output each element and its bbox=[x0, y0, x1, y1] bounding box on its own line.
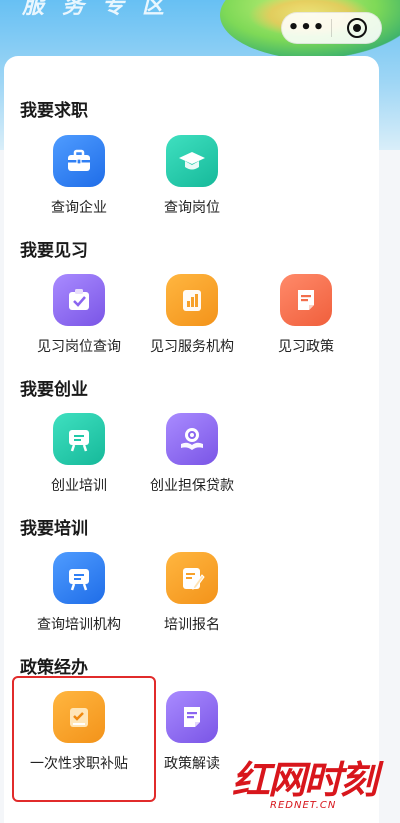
edit-form-icon bbox=[166, 552, 218, 604]
section-title-entrepreneurship: 我要创业 bbox=[20, 380, 88, 400]
checklist-icon bbox=[53, 274, 105, 326]
more-dots-icon[interactable]: ••• bbox=[282, 13, 331, 43]
document-icon bbox=[166, 691, 218, 743]
service-label: 创业培训 bbox=[51, 478, 107, 494]
service-query-position[interactable]: 查询岗位 bbox=[132, 135, 252, 217]
section-title-training: 我要培训 bbox=[20, 519, 88, 539]
document-icon bbox=[280, 274, 332, 326]
service-internship-policy[interactable]: 见习政策 bbox=[246, 274, 366, 356]
service-internship-position-query[interactable]: 见习岗位查询 bbox=[19, 274, 139, 356]
service-startup-loan[interactable]: 创业担保贷款 bbox=[132, 413, 252, 495]
miniprogram-capsule: ••• bbox=[281, 12, 382, 44]
graduation-cap-icon bbox=[166, 135, 218, 187]
easel-icon bbox=[53, 552, 105, 604]
section-title-job-seeking: 我要求职 bbox=[20, 101, 88, 121]
service-label: 查询岗位 bbox=[164, 200, 220, 216]
service-query-company[interactable]: 查询企业 bbox=[19, 135, 139, 217]
service-startup-training[interactable]: 创业培训 bbox=[19, 413, 139, 495]
highlight-box bbox=[12, 676, 156, 802]
service-internship-agency[interactable]: 见习服务机构 bbox=[132, 274, 252, 356]
easel-icon bbox=[53, 413, 105, 465]
service-label: 查询培训机构 bbox=[37, 617, 121, 633]
service-label: 见习服务机构 bbox=[150, 339, 234, 355]
section-title-policy-handling: 政策经办 bbox=[20, 658, 88, 678]
service-query-training-agency[interactable]: 查询培训机构 bbox=[19, 552, 139, 634]
service-label: 培训报名 bbox=[164, 617, 220, 633]
bar-chart-icon bbox=[166, 274, 218, 326]
service-training-signup[interactable]: 培训报名 bbox=[132, 552, 252, 634]
banner-title: 服务专区 bbox=[22, 0, 183, 19]
watermark-subtext: REDNET.CN bbox=[270, 800, 337, 811]
service-label: 见习政策 bbox=[278, 339, 334, 355]
watermark-logo: 红网时刻 bbox=[232, 758, 378, 802]
hand-coin-icon bbox=[166, 413, 218, 465]
section-title-internship: 我要见习 bbox=[20, 241, 88, 261]
target-icon bbox=[346, 18, 367, 38]
service-label: 查询企业 bbox=[51, 200, 107, 216]
close-target-button[interactable] bbox=[332, 18, 381, 38]
briefcase-icon bbox=[53, 135, 105, 187]
service-label: 见习岗位查询 bbox=[37, 339, 121, 355]
service-label: 创业担保贷款 bbox=[150, 478, 234, 494]
